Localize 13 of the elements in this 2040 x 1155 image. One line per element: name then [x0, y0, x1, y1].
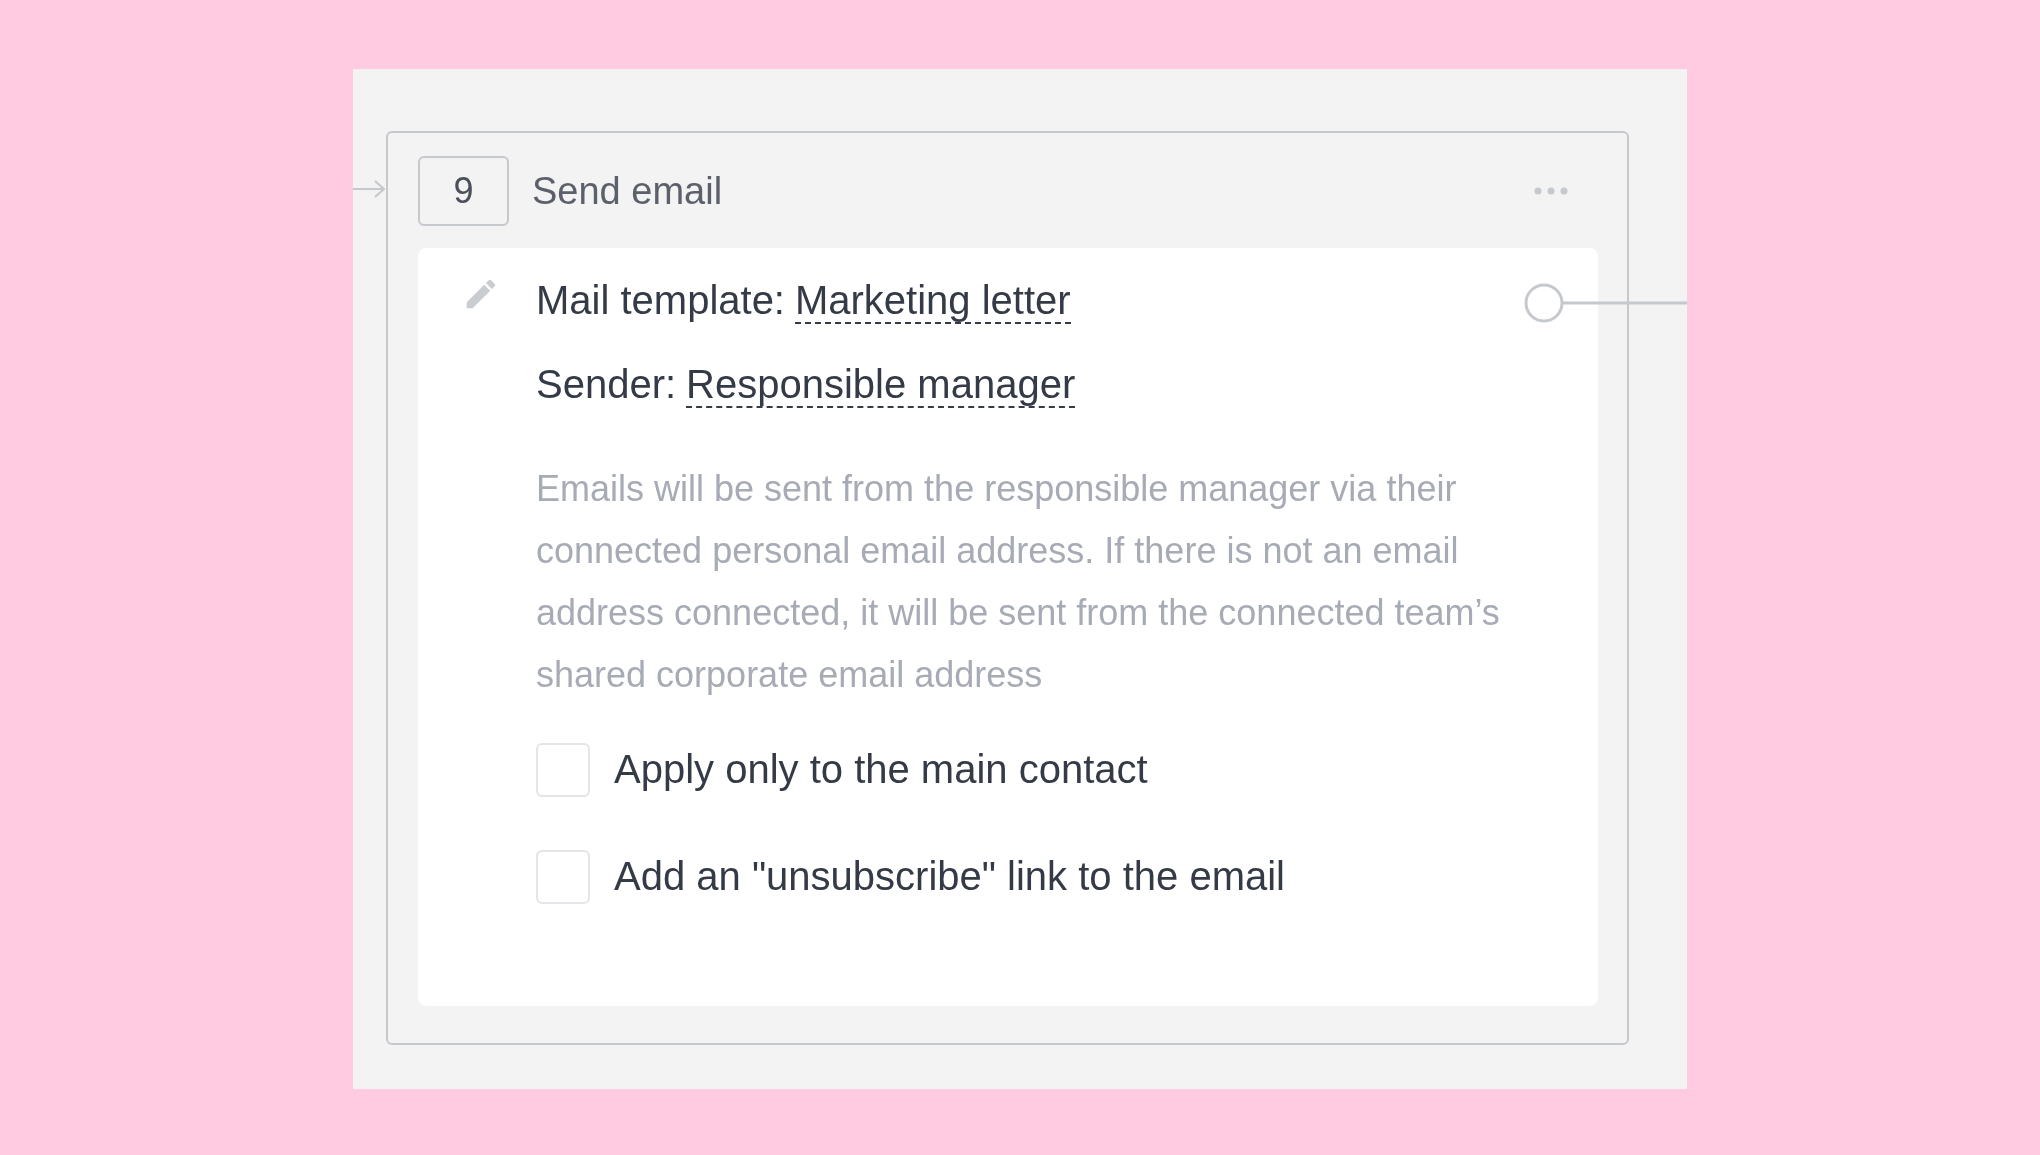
- checkbox-label: Add an "unsubscribe" link to the email: [614, 854, 1285, 899]
- sender-description: Emails will be sent from the responsible manager via their connected personal email address. If there is not an email address connected, it will be sent from the connected team’s shared corporate email address: [536, 467, 1501, 697]
- checkbox-label: Apply only to the main contact: [614, 747, 1148, 792]
- step-number: 9: [418, 156, 509, 226]
- field-label: Sender:: [536, 362, 677, 407]
- field-label: Mail template:: [536, 278, 785, 323]
- checkbox[interactable]: [536, 849, 590, 904]
- field-value-link[interactable]: Marketing letter: [795, 278, 1071, 324]
- field-value-link[interactable]: Responsible manager: [686, 362, 1076, 408]
- more-icon[interactable]: [1534, 187, 1568, 195]
- checkbox[interactable]: [536, 742, 590, 797]
- step-title: Send email: [532, 169, 724, 213]
- connector-port-icon[interactable]: [1524, 283, 1687, 323]
